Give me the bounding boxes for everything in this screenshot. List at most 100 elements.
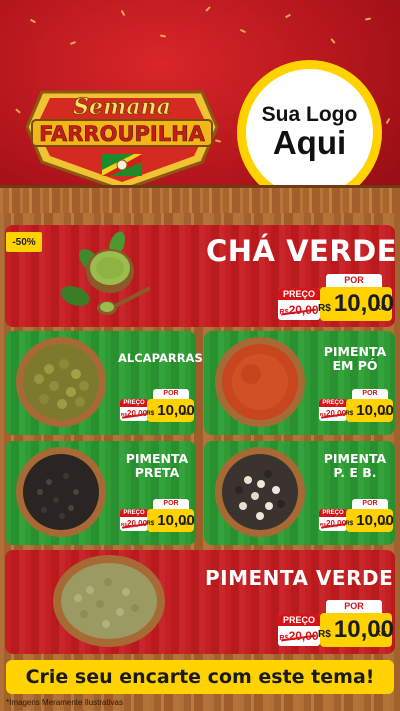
price-tag-pimenta-preta: PREÇO R$20,00 POR R$ 10,00 KG (120, 499, 195, 533)
currency: R$ (318, 629, 331, 640)
cha-verde-image (60, 231, 151, 315)
name-line2: P. E B. (333, 465, 377, 481)
confetti (69, 41, 77, 45)
old-price: R$20,00 (319, 517, 347, 531)
product-name-pimenta-preta: PIMENTA PRETA (120, 451, 194, 481)
logo-text: Sua Logo Aqui (246, 69, 373, 196)
logo-placeholder: Sua Logo Aqui (237, 60, 382, 205)
confetti (120, 9, 126, 17)
old-price-box: PREÇO R$20,00 (278, 288, 320, 320)
unit: KG (380, 412, 388, 417)
preco-label: PREÇO (278, 288, 320, 300)
price-value: 10,00 (356, 402, 394, 419)
old-price: R$20,00 (120, 517, 148, 531)
currency: R$ (146, 410, 155, 417)
footnote: *Imagens Meramente Ilustrativas (6, 698, 123, 707)
new-price: R$ 10,00 KG (146, 399, 195, 422)
price-tag-pimenta-peb: PREÇO R$20,00 POR R$ 10,00 KG (319, 499, 394, 533)
preco-label: PREÇO (120, 509, 148, 517)
semana-farroupilha-logo: Semana FARROUPILHA (25, 90, 219, 192)
title-line2: FARROUPILHA (39, 122, 206, 146)
old-price-box: PREÇO R$20,00 (319, 509, 347, 531)
old-currency: R$ (279, 633, 289, 642)
price-value: 10,00 (157, 402, 195, 419)
confetti (29, 18, 37, 24)
old-price-box: PREÇO R$20,00 (319, 399, 347, 421)
name-line1: PIMENTA (323, 344, 387, 359)
new-price: R$ 10,00 KG (318, 287, 394, 321)
confetti (385, 117, 391, 125)
price-value: 10,00 (356, 512, 394, 529)
confetti (15, 108, 21, 114)
confetti (330, 38, 336, 44)
preco-label: PREÇO (319, 509, 347, 517)
old-price: R$20,00 (319, 407, 347, 421)
unit: KG (375, 629, 387, 638)
unit: KG (375, 303, 387, 312)
old-price-value: 20,00 (288, 303, 319, 317)
logo-line2: Aqui (272, 124, 347, 162)
product-name-cha-verde: CHÁ VERDE (206, 234, 398, 268)
discount-badge: -50% (6, 232, 42, 252)
por-label: POR (352, 499, 388, 509)
confetti (205, 6, 211, 12)
header-banner: Semana FARROUPILHA Sua Logo Aqui (0, 0, 400, 213)
currency: R$ (345, 520, 354, 527)
old-price: R$20,00 (278, 300, 320, 320)
name-line2: PRETA (134, 465, 180, 481)
new-price: R$ 10,00 KG (146, 509, 195, 532)
old-price-box: PREÇO R$20,00 (120, 509, 148, 531)
cta-banner-text: Crie seu encarte com este tema! (25, 666, 375, 688)
logo-line1: Sua Logo (261, 103, 358, 127)
preco-label: PREÇO (278, 614, 320, 626)
rs-flag-icon (102, 154, 142, 176)
old-price-value: 20,00 (326, 409, 347, 418)
confetti (239, 28, 247, 34)
por-label: POR (326, 274, 382, 287)
unit: KG (181, 412, 189, 417)
preco-label: PREÇO (120, 399, 148, 407)
name-line1: PIMENTA (323, 451, 387, 466)
new-price: R$ 10,00 KG (345, 509, 394, 532)
pimenta-peb-image (215, 447, 305, 537)
new-price: R$ 10,00 KG (345, 399, 394, 422)
product-name-alcaparras: ALCAPARRAS (118, 351, 203, 365)
pimenta-em-po-image (215, 337, 305, 427)
por-label: POR (153, 499, 189, 509)
product-name-pimenta-verde: PIMENTA VERDE (205, 566, 394, 590)
old-price-value: 20,00 (326, 519, 347, 528)
por-label: POR (326, 600, 382, 613)
unit: KG (380, 522, 388, 527)
currency: R$ (318, 303, 331, 314)
old-price: R$20,00 (120, 407, 148, 421)
old-price-value: 20,00 (288, 629, 319, 643)
old-currency: R$ (279, 307, 289, 316)
product-name-pimenta-em-po: PIMENTA EM PÓ (318, 344, 392, 374)
old-price-value: 20,00 (127, 519, 148, 528)
name-line2: EM PÓ (332, 358, 378, 374)
pimenta-verde-image (53, 555, 165, 647)
por-label: POR (352, 389, 388, 399)
price-tag-pimenta-em-po: PREÇO R$20,00 POR R$ 10,00 KG (319, 389, 394, 423)
price-tag-alcaparras: PREÇO R$20,00 POR R$ 10,00 KG (120, 389, 195, 423)
preco-label: PREÇO (319, 399, 347, 407)
title-line1: Semana (73, 94, 171, 120)
price-tag-cha-verde: PREÇO R$20,00 POR R$ 10,00 KG (278, 274, 394, 322)
wood-shelf (0, 185, 400, 213)
currency: R$ (146, 520, 155, 527)
unit: KG (181, 522, 189, 527)
alcaparras-image (16, 337, 106, 427)
currency: R$ (345, 410, 354, 417)
new-price: R$ 10,00 KG (318, 613, 394, 647)
cta-banner: Crie seu encarte com este tema! (6, 660, 394, 694)
price-value: 10,00 (157, 512, 195, 529)
old-price-box: PREÇO R$20,00 (120, 399, 148, 421)
por-label: POR (153, 389, 189, 399)
pimenta-preta-image (16, 447, 106, 537)
confetti (284, 13, 292, 19)
name-line1: PIMENTA (125, 451, 189, 466)
confetti (159, 34, 167, 38)
old-price: R$20,00 (278, 626, 320, 646)
confetti (364, 17, 372, 21)
old-price-value: 20,00 (127, 409, 148, 418)
